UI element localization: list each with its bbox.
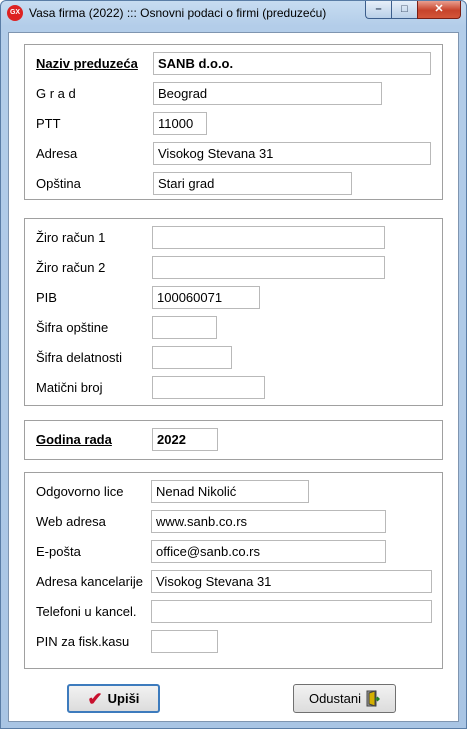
registration-number-label: Matični broj: [36, 380, 103, 395]
fiscal-pin-field[interactable]: [151, 630, 218, 653]
responsible-person-label: Odgovorno lice: [36, 484, 124, 499]
cancel-button-label: Odustani: [308, 691, 362, 706]
office-phones-label: Telefoni u kancel.: [36, 604, 137, 619]
title-bar[interactable]: GX Vasa firma (2022) ::: Osnovni podaci …: [1, 1, 466, 25]
city-label: G r a d: [36, 86, 76, 101]
website-field[interactable]: www.sanb.co.rs: [151, 510, 386, 533]
address-field[interactable]: Visokog Stevana 31: [153, 142, 431, 165]
contact-group: Odgovorno lice Nenad Nikolić Web adresa …: [24, 472, 443, 669]
office-address-field[interactable]: Visokog Stevana 31: [151, 570, 432, 593]
bank-account-2-label: Žiro račun 2: [36, 260, 106, 275]
municipality-code-field[interactable]: [152, 316, 217, 339]
municipality-field[interactable]: Stari grad: [153, 172, 352, 195]
minimize-button[interactable]: –: [365, 1, 391, 19]
company-name-label: Naziv preduzeća: [36, 56, 138, 71]
office-phones-field[interactable]: [151, 600, 432, 623]
checkmark-icon: ✔: [87, 688, 103, 709]
postal-code-field[interactable]: 11000: [153, 112, 207, 135]
tax-id-field[interactable]: 100060071: [152, 286, 260, 309]
municipality-label: Opština: [36, 176, 81, 191]
city-field[interactable]: Beograd: [153, 82, 382, 105]
window-title: Vasa firma (2022) ::: Osnovni podaci o f…: [29, 6, 327, 20]
bank-tax-group: Žiro račun 1 Žiro račun 2 PIB 100060071 …: [24, 218, 443, 406]
working-year-group: Godina rada 2022: [24, 420, 443, 460]
fiscal-pin-label: PIN za fisk.kasu: [36, 634, 130, 649]
bank-account-1-label: Žiro račun 1: [36, 230, 106, 245]
registration-number-field[interactable]: [152, 376, 265, 399]
app-logo-icon[interactable]: GX: [7, 5, 23, 21]
postal-code-label: PTT: [36, 116, 61, 131]
close-button[interactable]: ✕: [417, 1, 461, 19]
save-button-label: Upiši: [107, 691, 140, 706]
bank-account-1-field[interactable]: [152, 226, 385, 249]
office-address-label: Adresa kancelarije: [36, 574, 143, 589]
cancel-button[interactable]: Odustani: [293, 684, 396, 713]
tax-id-label: PIB: [36, 290, 57, 305]
door-exit-icon: [366, 690, 381, 707]
caption-buttons: – □ ✕: [365, 1, 461, 19]
save-button[interactable]: ✔ Upiši: [67, 684, 160, 713]
working-year-label: Godina rada: [36, 432, 112, 447]
address-label: Adresa: [36, 146, 78, 161]
company-info-group: Naziv preduzeća SANB d.o.o. G r a d Beog…: [24, 44, 443, 200]
form-area: Naziv preduzeća SANB d.o.o. G r a d Beog…: [8, 32, 459, 722]
responsible-person-field[interactable]: Nenad Nikolić: [151, 480, 309, 503]
email-field[interactable]: office@sanb.co.rs: [151, 540, 386, 563]
email-label: E-pošta: [36, 544, 81, 559]
maximize-button[interactable]: □: [391, 1, 417, 19]
bank-account-2-field[interactable]: [152, 256, 385, 279]
website-label: Web adresa: [36, 514, 106, 529]
activity-code-label: Šifra delatnosti: [36, 350, 122, 365]
municipality-code-label: Šifra opštine: [36, 320, 109, 335]
company-name-field[interactable]: SANB d.o.o.: [153, 52, 431, 75]
activity-code-field[interactable]: [152, 346, 232, 369]
working-year-field[interactable]: 2022: [152, 428, 218, 451]
main-window: GX Vasa firma (2022) ::: Osnovni podaci …: [0, 0, 467, 729]
